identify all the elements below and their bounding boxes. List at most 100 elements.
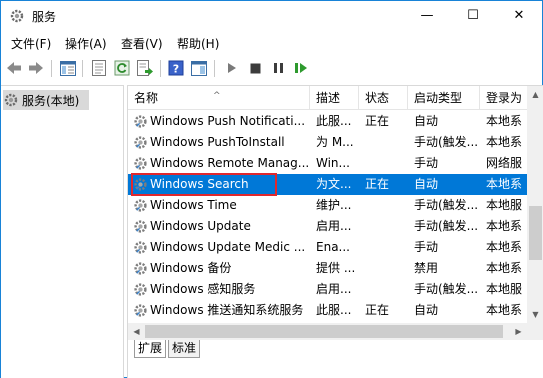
service-description: 提供 ...	[316, 261, 356, 275]
service-startup-type: 自动	[414, 303, 439, 317]
menu-help[interactable]: 帮助(H)	[177, 35, 219, 52]
service-logon-as: 本地系	[486, 177, 523, 191]
service-row[interactable]: Windows PushToInstall 为 M... 手动(触发... 本地系	[128, 132, 527, 153]
service-name: Windows 备份	[150, 261, 232, 275]
service-logon-as: 本地系	[486, 240, 523, 254]
service-description: 启用...	[316, 219, 352, 233]
console-tree-icon[interactable]	[59, 59, 77, 77]
service-gear-icon	[134, 157, 147, 170]
service-row[interactable]: Windows Time 维护... 手动(触发... 本地服	[128, 195, 527, 216]
properties-icon[interactable]	[90, 59, 108, 77]
refresh-icon[interactable]	[113, 59, 131, 77]
services-window: 服务 — ☐ ✕ 文件(F) 操作(A) 查看(V) 帮助(H) ? 服务(本地…	[0, 0, 543, 378]
menu-bar: 文件(F) 操作(A) 查看(V) 帮助(H)	[1, 32, 542, 54]
horizontal-scroll-thumb[interactable]	[145, 325, 503, 338]
service-logon-as: 本地系	[486, 114, 523, 128]
service-startup-type: 手动	[414, 156, 439, 170]
service-gear-icon	[134, 241, 147, 254]
service-name: Windows Remote Manag...	[150, 156, 310, 170]
menu-file[interactable]: 文件(F)	[11, 35, 51, 52]
horizontal-scrollbar[interactable]: ◀ ▶	[128, 323, 527, 340]
service-name: Windows 推送通知系统服务	[150, 303, 304, 317]
service-logon-as: 本地系	[486, 135, 523, 149]
service-description: 为 M...	[316, 135, 354, 149]
back-icon[interactable]	[5, 59, 23, 77]
restart-service-icon[interactable]	[292, 59, 310, 77]
minimize-button[interactable]: —	[404, 1, 450, 31]
service-status	[365, 153, 405, 174]
service-startup-type: 手动(触发...	[414, 219, 479, 233]
service-row[interactable]: Windows 推送通知系统服务 此服... 正在 自动 本地系	[128, 300, 527, 321]
service-row[interactable]: Windows Remote Manag... Win... 手动 网络服	[128, 153, 527, 174]
service-status	[365, 258, 405, 279]
menu-view[interactable]: 查看(V)	[121, 35, 163, 52]
forward-icon[interactable]	[27, 59, 45, 77]
tree-node-label: 服务(本地)	[22, 93, 80, 108]
export-list-icon[interactable]	[136, 59, 154, 77]
console-tree: 服务(本地)	[1, 85, 124, 378]
pause-service-icon[interactable]	[269, 59, 287, 77]
service-row[interactable]: Windows Push Notificati... 此服... 正在 自动 本地系	[128, 111, 527, 132]
scroll-right-arrow-icon[interactable]: ▶	[510, 323, 527, 340]
toolbar-separator	[160, 60, 161, 77]
service-startup-type: 禁用	[414, 261, 439, 275]
service-gear-icon	[134, 136, 147, 149]
svg-text:?: ?	[173, 63, 179, 76]
services-node-icon	[4, 93, 18, 107]
menu-action[interactable]: 操作(A)	[65, 35, 107, 52]
service-name: Windows PushToInstall	[150, 135, 285, 149]
column-header-status[interactable]: 状态	[359, 86, 408, 110]
service-status: 正在	[365, 114, 390, 128]
help-icon[interactable]: ?	[167, 59, 185, 77]
start-service-icon[interactable]	[223, 59, 241, 77]
scroll-left-arrow-icon[interactable]: ◀	[128, 323, 145, 340]
vertical-scrollbar[interactable]: ▲ ▼	[527, 86, 543, 323]
service-startup-type: 手动(触发...	[414, 198, 479, 212]
service-row[interactable]: Windows Update 启用... 手动(触发... 本地系	[128, 216, 527, 237]
stop-service-icon[interactable]	[246, 59, 264, 77]
show-hide-pane-icon[interactable]	[190, 59, 208, 77]
service-description: 为文...	[316, 177, 352, 191]
service-row[interactable]: Windows Search 为文... 正在 自动 本地系	[128, 173, 527, 196]
service-logon-as: 本地服	[486, 198, 523, 212]
service-name: Windows Push Notificati...	[150, 114, 306, 128]
scrollbar-corner	[527, 323, 543, 340]
service-logon-as: 本地系	[486, 303, 523, 317]
service-description: 此服...	[316, 114, 352, 128]
service-startup-type: 手动	[414, 240, 439, 254]
service-name: Windows Update Medic ...	[150, 240, 306, 254]
column-header-logon-as[interactable]: 登录为	[480, 86, 527, 110]
service-description: Ena...	[316, 240, 350, 254]
column-header-name-label: 名称	[134, 91, 159, 105]
scroll-up-arrow-icon[interactable]: ▲	[527, 86, 543, 103]
service-status	[365, 216, 405, 237]
close-button[interactable]: ✕	[496, 1, 542, 31]
service-startup-type: 自动	[414, 177, 439, 191]
service-row[interactable]: Windows 备份 提供 ... 禁用 本地系	[128, 258, 527, 279]
service-status: 正在	[365, 177, 390, 191]
service-name: Windows 感知服务	[150, 282, 256, 296]
column-header-description[interactable]: 描述	[310, 86, 359, 110]
service-row[interactable]: Windows Update Medic ... Ena... 手动 本地系	[128, 237, 527, 258]
column-header-startup-type[interactable]: 启动类型	[408, 86, 480, 110]
services-pane: ^ 名称 描述 状态 启动类型 登录为 Windows Push Notific…	[127, 85, 543, 378]
view-tabs: 扩展 标准	[128, 340, 543, 378]
scroll-down-arrow-icon[interactable]: ▼	[527, 306, 543, 323]
maximize-button[interactable]: ☐	[450, 1, 496, 31]
sort-ascending-icon: ^	[213, 91, 221, 101]
tree-node-services-local[interactable]: 服务(本地)	[3, 90, 89, 110]
tab-extended[interactable]: 扩展	[134, 340, 167, 358]
service-logon-as: 网络服	[486, 156, 523, 170]
service-gear-icon	[134, 115, 147, 128]
service-logon-as: 本地服	[486, 282, 523, 296]
list-header: ^ 名称 描述 状态 启动类型 登录为	[128, 86, 527, 110]
title-bar: 服务 — ☐ ✕	[1, 1, 542, 31]
tab-standard[interactable]: 标准	[168, 340, 201, 358]
service-startup-type: 手动(触发...	[414, 282, 479, 296]
service-row[interactable]: Windows 感知服务 启用... 手动(触发... 本地服	[128, 279, 527, 300]
column-header-name[interactable]: ^ 名称	[128, 86, 310, 110]
vertical-scroll-thumb[interactable]	[529, 206, 542, 260]
service-description: 维护...	[316, 198, 352, 212]
service-status	[365, 132, 405, 153]
service-gear-icon	[134, 304, 147, 317]
